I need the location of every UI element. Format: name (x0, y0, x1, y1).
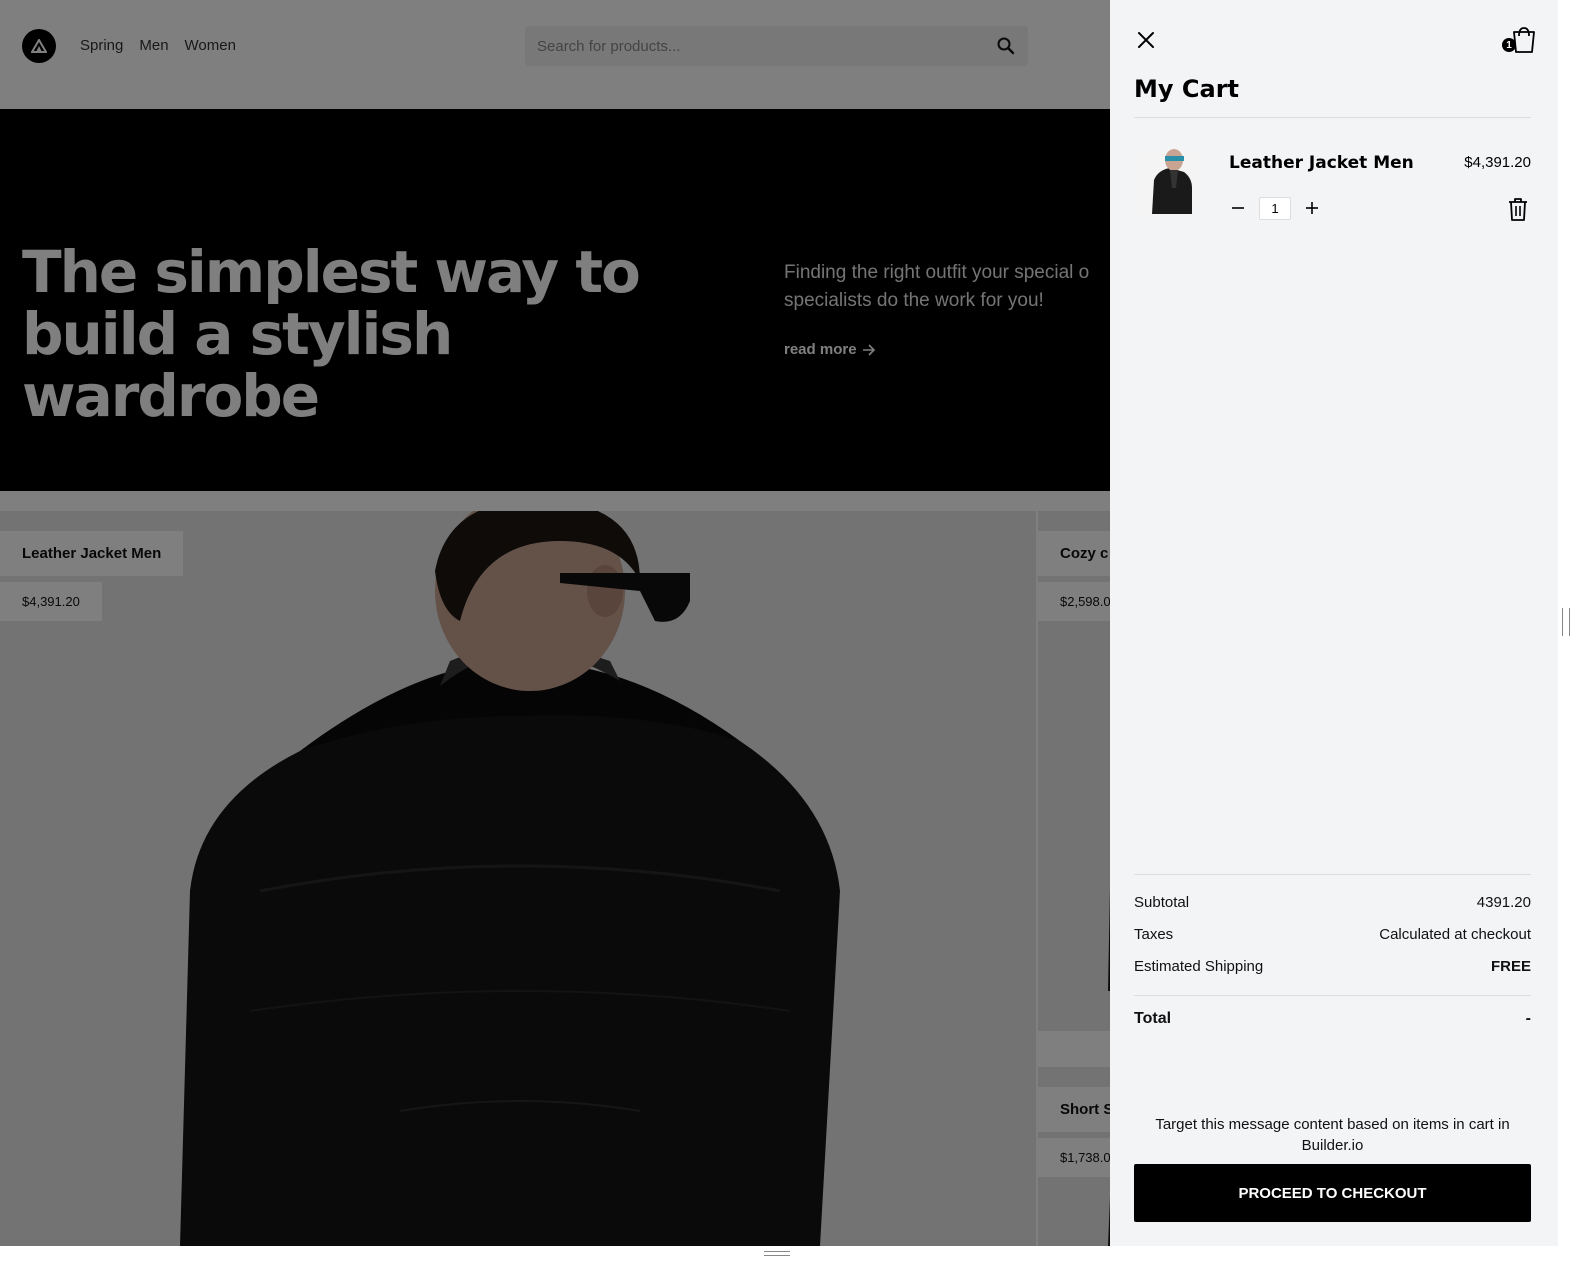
vertical-scrollbar[interactable] (1558, 0, 1578, 1246)
cart-drawer: 1 My Cart Leather Jacket Men $4,391.20 S… (1110, 0, 1558, 1246)
horizontal-scrollbar[interactable] (0, 1246, 1578, 1266)
cart-title: My Cart (1134, 75, 1239, 103)
shipping-value: FREE (1490, 958, 1531, 975)
plus-icon[interactable] (1302, 198, 1322, 218)
minus-icon[interactable] (1228, 198, 1248, 218)
modal-backdrop[interactable] (0, 0, 1110, 1246)
subtotal-row: Subtotal 4391.20 (1134, 894, 1531, 911)
total-label: Total (1134, 1010, 1172, 1027)
page: Spring Men Women The simplest way to bui… (0, 0, 1558, 1246)
cart-count-badge: 1 (1502, 38, 1516, 52)
trash-icon[interactable] (1506, 196, 1530, 222)
divider (1134, 995, 1531, 996)
scrollbar-grip-icon[interactable] (764, 1251, 790, 1256)
total-row: Total - (1134, 1010, 1531, 1028)
cart-item-price: $4,391.20 (1464, 154, 1531, 171)
cart-item-name[interactable]: Leather Jacket Men (1229, 153, 1414, 173)
taxes-value: Calculated at checkout (1379, 926, 1531, 943)
scrollbar-grip-icon[interactable] (1562, 608, 1570, 636)
shipping-label: Estimated Shipping (1134, 958, 1264, 975)
cart-item-thumbnail[interactable] (1134, 148, 1198, 214)
taxes-row: Taxes Calculated at checkout (1134, 926, 1531, 943)
taxes-label: Taxes (1134, 926, 1174, 943)
quantity-input[interactable] (1259, 197, 1291, 220)
subtotal-label: Subtotal (1134, 894, 1190, 911)
cart-bag-button[interactable]: 1 (1502, 24, 1538, 56)
divider (1134, 874, 1531, 875)
total-value: - (1525, 1010, 1531, 1027)
cart-item-image (1134, 148, 1198, 214)
close-icon[interactable] (1134, 28, 1158, 52)
divider (1134, 117, 1531, 118)
cart-message: Target this message content based on ite… (1155, 1116, 1510, 1154)
shipping-row: Estimated Shipping FREE (1134, 958, 1531, 975)
proceed-to-checkout-button[interactable]: PROCEED TO CHECKOUT (1134, 1164, 1531, 1222)
subtotal-value: 4391.20 (1476, 894, 1531, 911)
